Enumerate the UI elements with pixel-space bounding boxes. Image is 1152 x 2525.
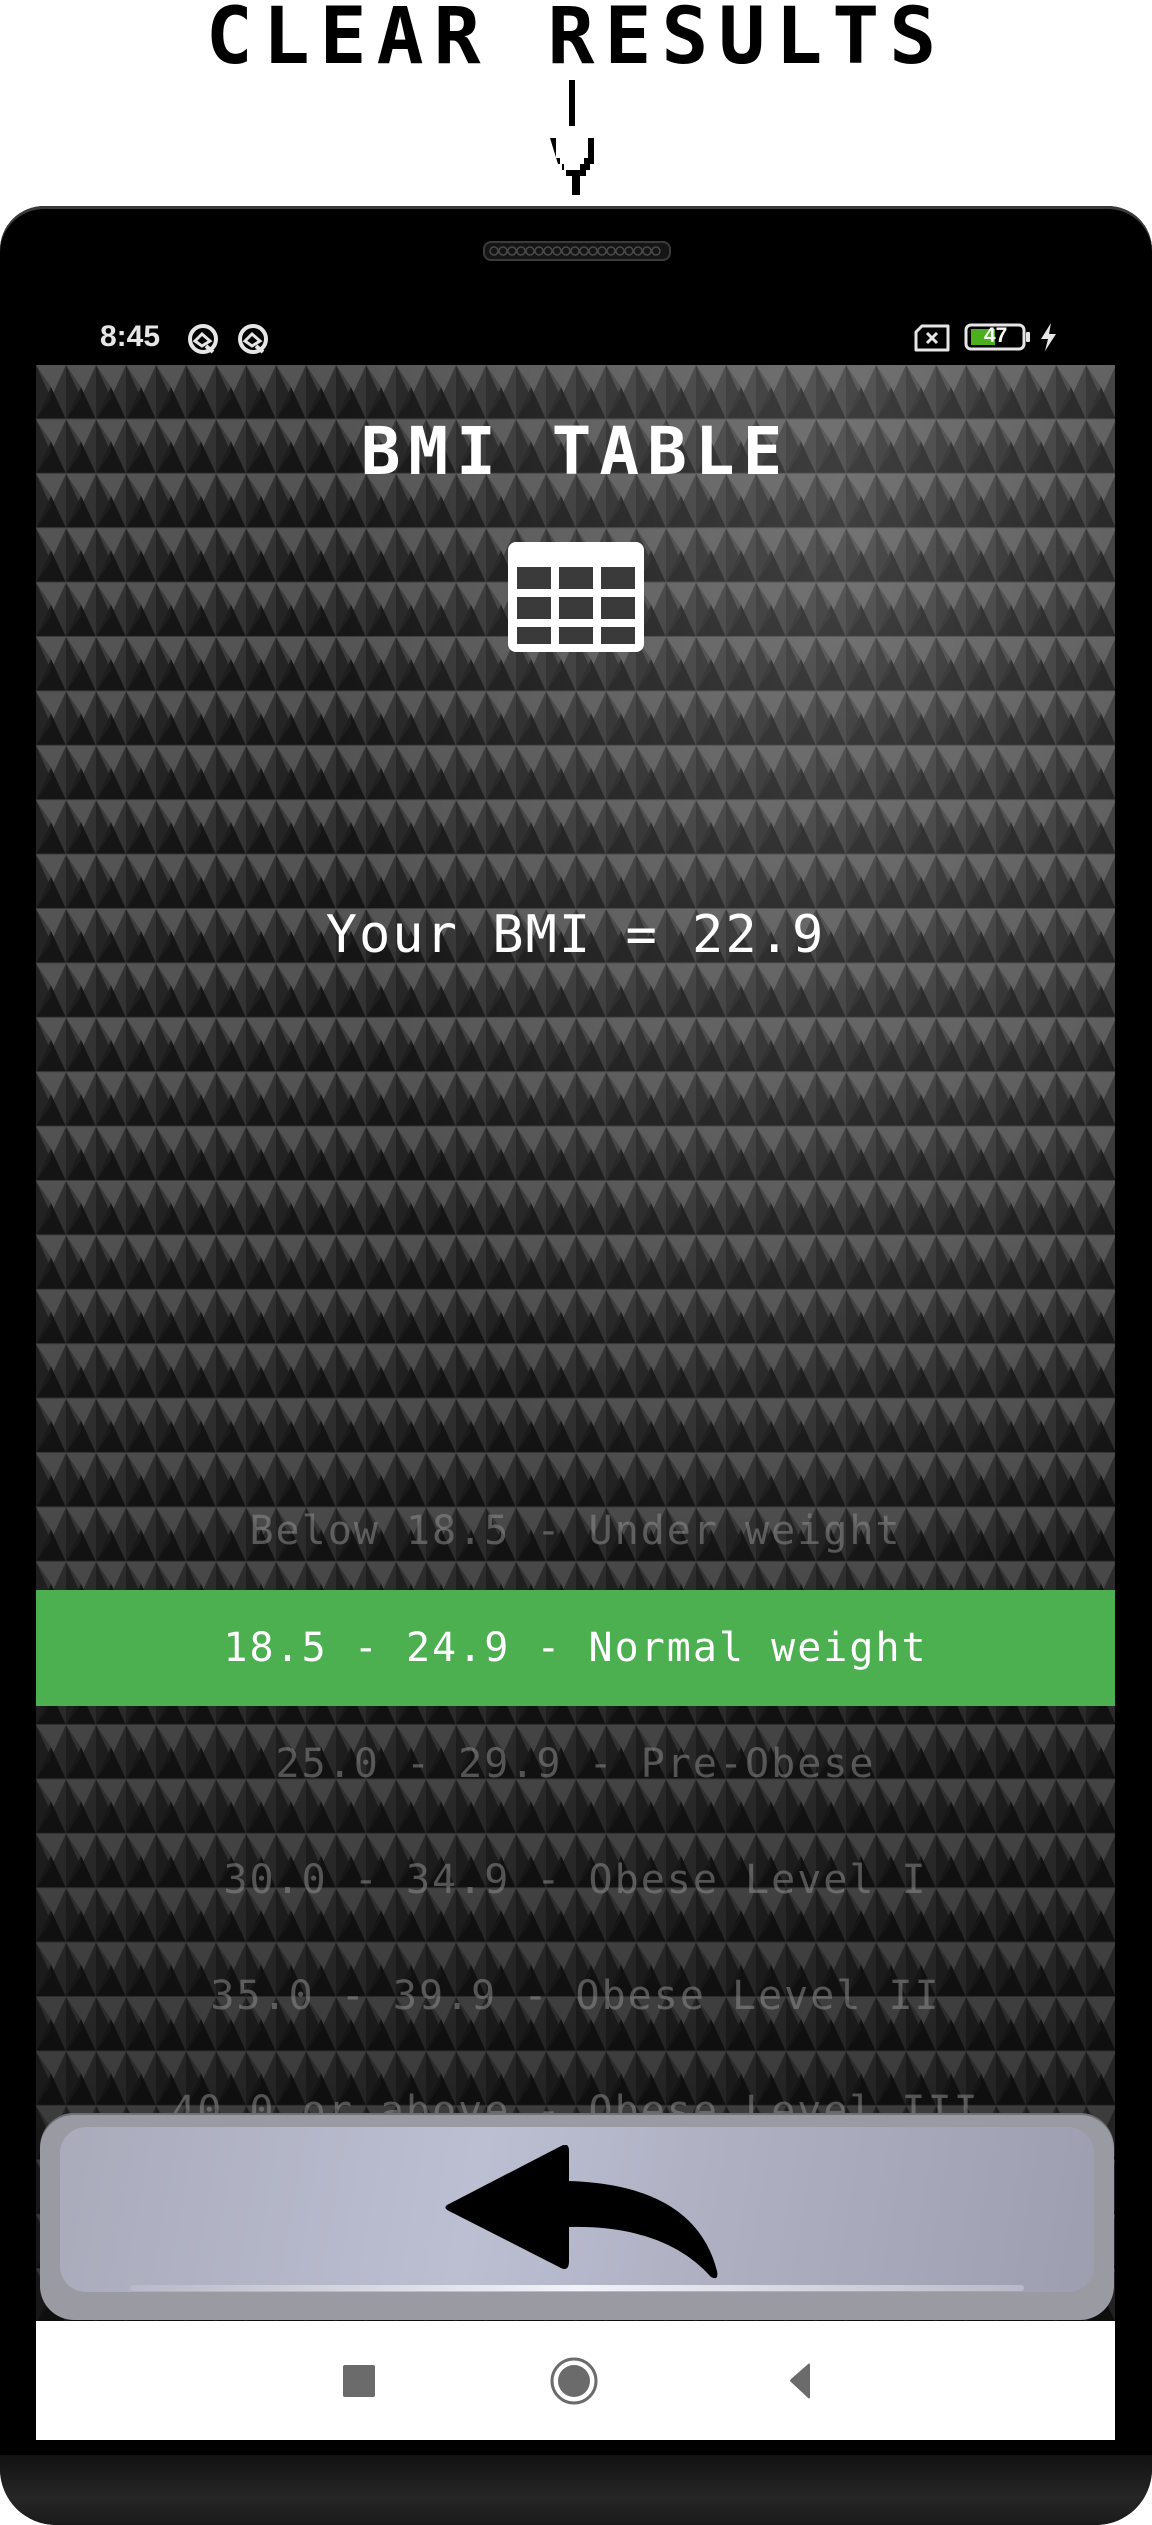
battery-percent: 47 bbox=[984, 324, 1008, 347]
annotation-title: CLEAR RESULTS bbox=[205, 0, 947, 82]
table-icon bbox=[508, 542, 644, 652]
no-sim-icon bbox=[914, 324, 950, 352]
status-time: 8:45 bbox=[100, 320, 161, 353]
back-button[interactable] bbox=[40, 2115, 1114, 2320]
bmi-category-underweight: Below 18.5 - Under weight bbox=[36, 1473, 1115, 1589]
bmi-category-normal-highlighted: 18.5 - 24.9 - Normal weight bbox=[36, 1590, 1115, 1706]
bmi-category-label: Below 18.5 - Under weight bbox=[249, 1508, 902, 1554]
reply-arrow-icon bbox=[445, 2145, 718, 2279]
bmi-category-obese-1: 30.0 - 34.9 - Obese Level I bbox=[36, 1822, 1115, 1938]
bmi-category-obese-2: 35.0 - 39.9 - Obese Level II bbox=[36, 1938, 1115, 2054]
home-circle-icon[interactable] bbox=[549, 2357, 599, 2405]
bmi-category-pre-obese: 25.0 - 29.9 - Pre-Obese bbox=[36, 1706, 1115, 1822]
charging-bolt-icon bbox=[1041, 323, 1056, 351]
phone-chin bbox=[0, 2455, 1152, 2525]
page-title: BMI TABLE bbox=[360, 413, 791, 490]
speaker-grille bbox=[483, 241, 671, 261]
bmi-result: Your BMI = 22.9 bbox=[325, 905, 826, 965]
app-notification-icon bbox=[188, 324, 218, 354]
back-button-highlight bbox=[130, 2285, 1024, 2291]
app-screen: BMI TABLE Your BMI = 22.9 Below 18.5 - U… bbox=[36, 365, 1115, 2322]
bmi-category-label: 25.0 - 29.9 - Pre-Obese bbox=[275, 1741, 876, 1787]
recents-square-icon[interactable] bbox=[334, 2357, 384, 2405]
system-nav-bar bbox=[36, 2321, 1115, 2440]
nav-back-triangle-icon[interactable] bbox=[776, 2357, 826, 2405]
bmi-category-label: 35.0 - 39.9 - Obese Level II bbox=[210, 1973, 941, 2019]
battery-indicator: 47 bbox=[964, 323, 1032, 351]
bmi-category-label: 30.0 - 34.9 - Obese Level I bbox=[223, 1857, 928, 1903]
bmi-category-label: 18.5 - 24.9 - Normal weight bbox=[223, 1625, 928, 1671]
arrow-down-icon bbox=[550, 80, 594, 195]
app-notification-icon bbox=[238, 324, 268, 354]
status-bar: 8:45 47 bbox=[36, 310, 1115, 365]
